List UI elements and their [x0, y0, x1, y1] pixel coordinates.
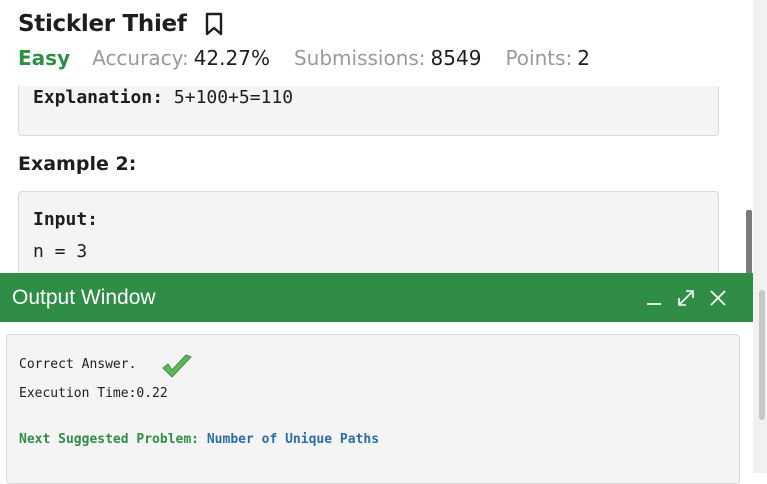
example-2-heading: Example 2:: [18, 153, 137, 175]
close-icon[interactable]: [707, 287, 729, 309]
accuracy-value: 42.27%: [193, 46, 270, 70]
accuracy-label: Accuracy:: [92, 46, 189, 70]
title-row: Stickler Thief: [18, 11, 224, 37]
next-suggested-line: Next Suggested Problem: Number of Unique…: [19, 432, 379, 447]
problem-scrollbar-thumb[interactable]: [746, 210, 752, 275]
difficulty-badge: Easy: [18, 46, 71, 70]
submissions-label: Submissions:: [293, 46, 426, 70]
problem-title: Stickler Thief: [18, 11, 187, 37]
expand-icon[interactable]: [675, 287, 697, 309]
example-1-box: Explanation: 5+100+5=110: [18, 86, 719, 136]
next-problem-link[interactable]: Number of Unique Paths: [207, 432, 379, 447]
explanation-key: Explanation:: [33, 87, 164, 108]
explanation-value: 5+100+5=110: [173, 87, 294, 108]
example-2-box: Input: n = 3: [18, 191, 719, 276]
checkmark-icon: [160, 352, 194, 382]
output-window: Output Window Correct Answer. Execution …: [0, 273, 753, 484]
next-suggested-label: Next Suggested Problem:: [19, 432, 200, 447]
stats-row: Easy Accuracy: 42.27% Submissions: 8549 …: [18, 46, 614, 70]
input-value: n = 3: [33, 241, 88, 262]
bookmark-icon[interactable]: [204, 11, 224, 37]
page-scrollbar-thumb[interactable]: [759, 290, 765, 420]
result-text: Correct Answer.: [19, 357, 137, 372]
minimize-icon[interactable]: [643, 287, 665, 309]
points-label: Points:: [505, 46, 573, 70]
output-window-header: Output Window: [0, 273, 753, 322]
execution-time: Execution Time:0.22: [19, 386, 168, 401]
problem-statement-scroll[interactable]: Explanation: 5+100+5=110 Example 2: Inpu…: [0, 86, 753, 276]
input-key: Input:: [33, 209, 99, 230]
explanation-line: Explanation: 5+100+5=110: [33, 87, 293, 108]
submissions-value: 8549: [430, 46, 482, 70]
output-console: Correct Answer. Execution Time:0.22 Next…: [6, 334, 740, 484]
output-window-title: Output Window: [12, 286, 156, 309]
window-controls: [643, 287, 729, 309]
points-value: 2: [577, 46, 591, 70]
